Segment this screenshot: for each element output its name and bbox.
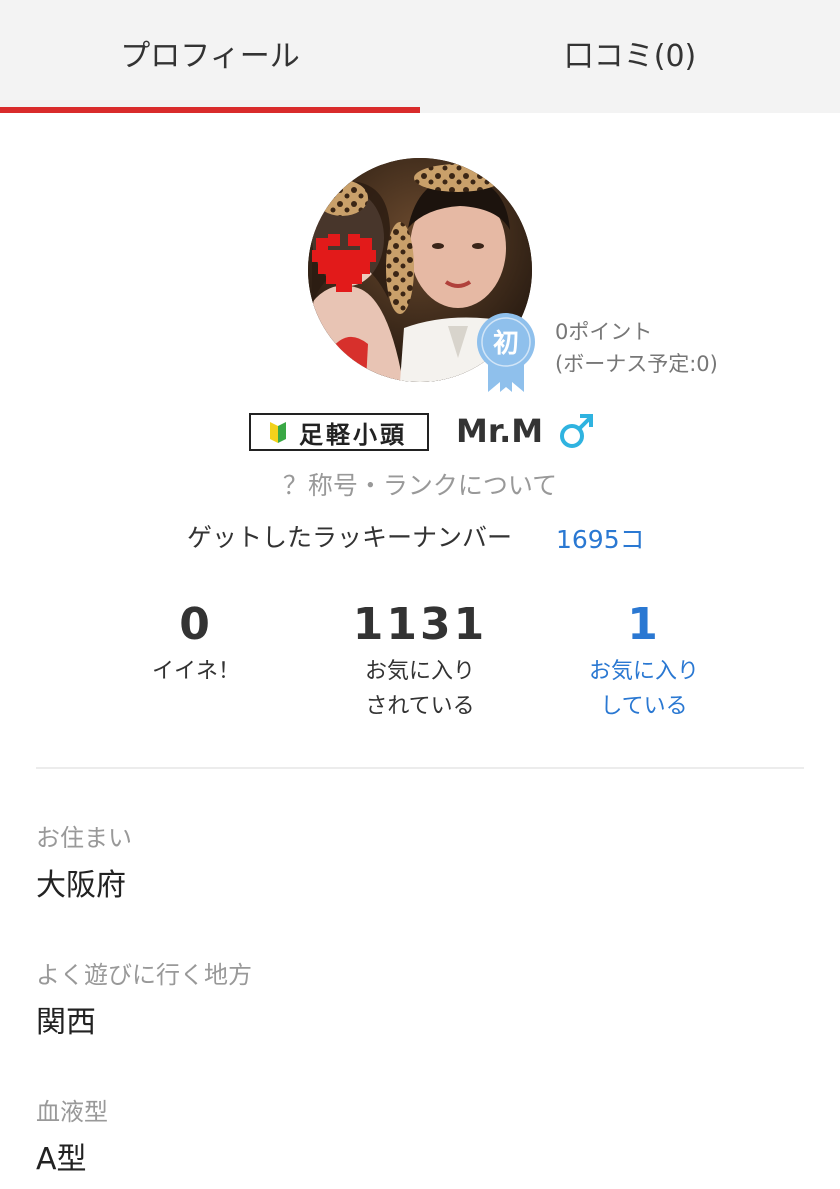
username: Mr.M [456, 412, 544, 450]
badge-char: 初 [493, 329, 519, 359]
points-info: 0ポイント (ボーナス予定:0) [555, 316, 718, 380]
divider [36, 767, 804, 769]
rank-badge: 足軽小頭 [249, 413, 429, 451]
ribbon-badge-icon: 初 [476, 312, 536, 394]
stat-likes-value: 0 [179, 599, 213, 650]
stat-likes-label: イイネ！ [151, 659, 240, 684]
stat-favoriting[interactable]: 1 お気に入り している [534, 598, 754, 724]
tab-reviews[interactable]: 口コミ(0) [420, 0, 840, 113]
stat-favorited-by-value: 1131 [352, 599, 488, 650]
male-gender-icon [560, 414, 593, 448]
residence-label: お住まい [36, 824, 132, 852]
lucky-number-row: ゲットしたラッキーナンバー 1695コ [0, 518, 840, 558]
stat-favorited-by: 1131 お気に入り されている [310, 598, 530, 724]
frequent-region-label: よく遊びに行く地方 [36, 961, 252, 989]
rank-title: 足軽小頭 [299, 419, 407, 449]
stat-favorited-by-label: お気に入り されている [364, 659, 475, 719]
points-value: 0ポイント [555, 320, 653, 344]
rank-row: 足軽小頭 Mr.M [0, 410, 840, 454]
stat-likes: 0 イイネ！ [86, 598, 306, 689]
frequent-region-value: 関西 [36, 1005, 96, 1040]
tab-bar: プロフィール 口コミ(0) [0, 0, 840, 113]
residence-value: 大阪府 [36, 868, 126, 903]
lucky-number-value[interactable]: 1695コ [556, 520, 645, 556]
blood-type-label: 血液型 [36, 1098, 108, 1126]
beginner-mark-icon [270, 422, 286, 443]
stat-favoriting-value[interactable]: 1 [534, 598, 754, 652]
blood-type-value: A型 [36, 1142, 87, 1177]
tab-profile[interactable]: プロフィール [0, 0, 420, 113]
lucky-number-label: ゲットしたラッキーナンバー [187, 523, 513, 552]
stat-favoriting-label[interactable]: お気に入り している [534, 654, 754, 724]
rank-help-link[interactable]: ？称号・ランクについて [0, 466, 840, 502]
bonus-value: (ボーナス予定:0) [555, 352, 718, 376]
